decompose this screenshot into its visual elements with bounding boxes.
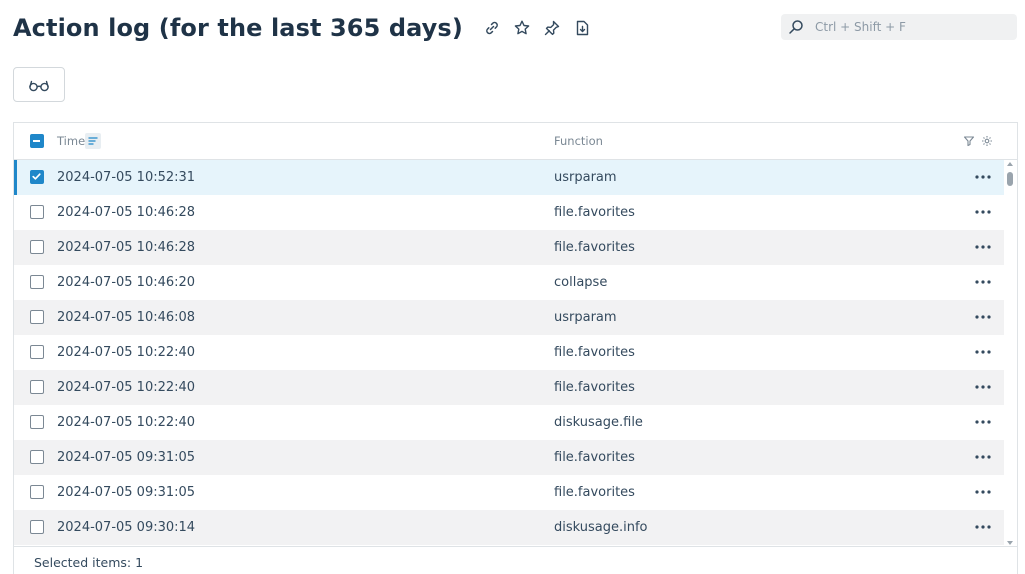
row-checkbox[interactable] [30, 240, 44, 254]
column-header-function[interactable]: Function [554, 134, 603, 148]
search-box [781, 14, 1017, 40]
cell-function: file.favorites [554, 205, 635, 220]
page-header: Action log (for the last 365 days) [13, 10, 591, 46]
cell-time: 2024-07-05 10:52:31 [57, 170, 196, 185]
cell-time: 2024-07-05 09:30:14 [57, 520, 196, 535]
cell-time: 2024-07-05 09:31:05 [57, 485, 196, 500]
cell-time: 2024-07-05 10:46:28 [57, 205, 196, 220]
select-all-checkbox[interactable] [30, 134, 44, 148]
cell-function: file.favorites [554, 380, 635, 395]
cell-function: collapse [554, 275, 608, 290]
table-row[interactable]: 2024-07-05 10:22:40 file.favorites [14, 335, 1004, 370]
more-icon[interactable] [974, 240, 992, 254]
table-row[interactable]: 2024-07-05 09:31:05 file.favorites [14, 475, 1004, 510]
more-icon[interactable] [974, 520, 992, 534]
row-checkbox[interactable] [30, 520, 44, 534]
cell-function: diskusage.info [554, 520, 648, 535]
row-checkbox[interactable] [30, 310, 44, 324]
table-row[interactable]: 2024-07-05 10:46:28 file.favorites [14, 195, 1004, 230]
table-row[interactable]: 2024-07-05 10:22:40 file.favorites [14, 370, 1004, 405]
link-icon[interactable] [483, 19, 501, 37]
column-header-time[interactable]: Time [57, 134, 85, 148]
view-mode-button[interactable] [13, 67, 65, 102]
action-log-table: Time Function 2024-07-05 09:30:14 diskusa… [13, 122, 1018, 574]
cell-function: file.favorites [554, 240, 635, 255]
cell-function: diskusage.file [554, 415, 643, 430]
scroll-up-arrow[interactable] [1007, 162, 1013, 166]
table-row[interactable]: 2024-07-05 09:30:14 diskusage.info [14, 510, 1004, 545]
cell-function: usrparam [554, 310, 617, 325]
cell-function: file.favorites [554, 345, 635, 360]
header-tools [963, 135, 993, 147]
search-icon [788, 19, 804, 35]
cell-time: 2024-07-05 10:46:08 [57, 310, 196, 325]
table-row[interactable]: 2024-07-05 09:31:05 file.favorites [14, 440, 1004, 475]
selected-items-count: Selected items: 1 [34, 555, 144, 570]
table-header: Time Function [14, 123, 1017, 160]
row-checkbox[interactable] [30, 415, 44, 429]
cell-function: usrparam [554, 170, 617, 185]
cell-time: 2024-07-05 10:22:40 [57, 345, 196, 360]
table-row[interactable]: 2024-07-05 10:22:40 diskusage.file [14, 405, 1004, 440]
table-row[interactable]: 2024-07-05 10:52:31 usrparam [14, 160, 1004, 195]
row-checkbox[interactable] [30, 170, 44, 184]
more-icon[interactable] [974, 450, 992, 464]
row-checkbox[interactable] [30, 450, 44, 464]
cell-time: 2024-07-05 10:46:28 [57, 240, 196, 255]
more-icon[interactable] [974, 415, 992, 429]
title-actions [483, 19, 591, 37]
star-icon[interactable] [513, 19, 531, 37]
row-checkbox[interactable] [30, 275, 44, 289]
cell-function: file.favorites [554, 450, 635, 465]
export-icon[interactable] [573, 19, 591, 37]
more-icon[interactable] [974, 380, 992, 394]
filter-icon[interactable] [963, 135, 975, 147]
vertical-scrollbar[interactable] [1005, 162, 1015, 545]
cell-time: 2024-07-05 10:22:40 [57, 415, 196, 430]
more-icon[interactable] [974, 345, 992, 359]
row-checkbox[interactable] [30, 205, 44, 219]
sort-icon[interactable] [85, 133, 101, 149]
table-row[interactable]: 2024-07-05 10:46:28 file.favorites [14, 230, 1004, 265]
cell-time: 2024-07-05 09:31:05 [57, 450, 196, 465]
row-checkbox[interactable] [30, 380, 44, 394]
more-icon[interactable] [974, 485, 992, 499]
cell-function: file.favorites [554, 485, 635, 500]
more-icon[interactable] [974, 275, 992, 289]
gear-icon[interactable] [981, 135, 993, 147]
table-body: 2024-07-05 09:30:14 diskusage.info 2024-07… [14, 160, 1017, 547]
cell-time: 2024-07-05 10:46:20 [57, 275, 196, 290]
scroll-down-arrow[interactable] [1007, 541, 1013, 545]
more-icon[interactable] [974, 170, 992, 184]
cell-time: 2024-07-05 10:22:40 [57, 380, 196, 395]
pin-icon[interactable] [543, 19, 561, 37]
search-input[interactable] [813, 19, 1007, 35]
more-icon[interactable] [974, 205, 992, 219]
table-row[interactable]: 2024-07-05 10:46:20 collapse [14, 265, 1004, 300]
page-title: Action log (for the last 365 days) [13, 14, 463, 42]
row-checkbox[interactable] [30, 485, 44, 499]
row-checkbox[interactable] [30, 345, 44, 359]
scrollbar-thumb[interactable] [1007, 172, 1013, 186]
glasses-icon [27, 77, 51, 93]
more-icon[interactable] [974, 310, 992, 324]
table-footer: Selected items: 1 [14, 546, 1017, 574]
table-row[interactable]: 2024-07-05 10:46:08 usrparam [14, 300, 1004, 335]
